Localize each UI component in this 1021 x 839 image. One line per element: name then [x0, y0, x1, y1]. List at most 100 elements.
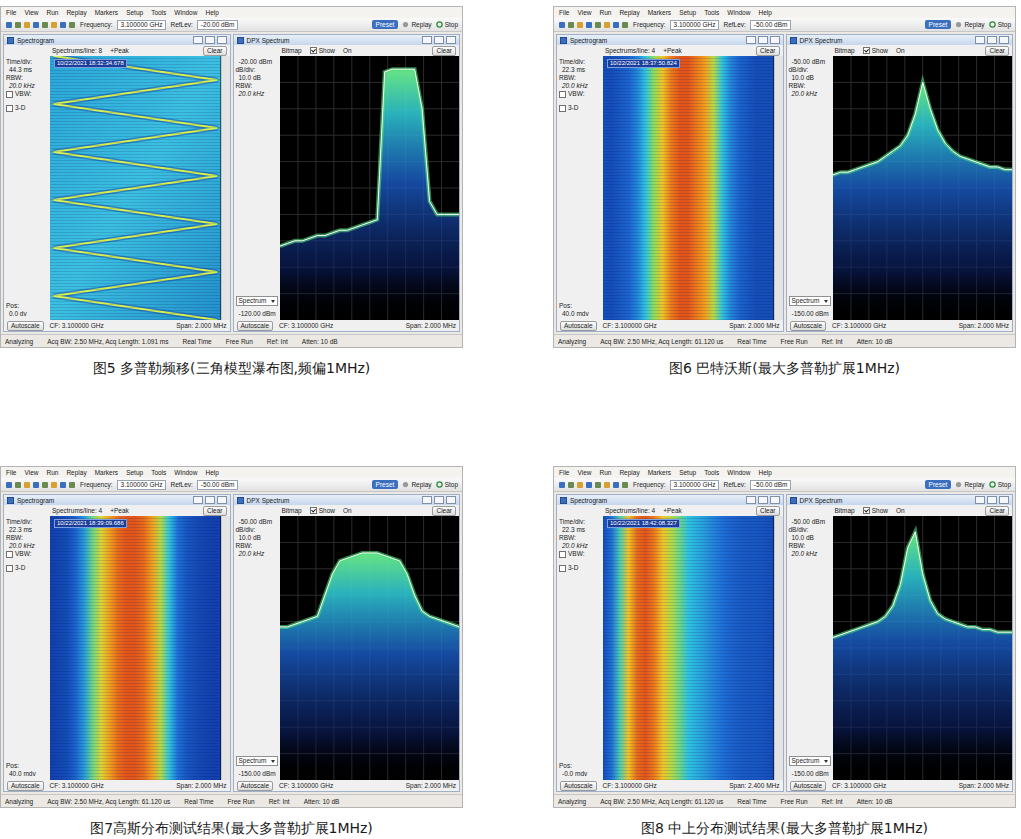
- clear-button[interactable]: Clear: [432, 46, 456, 56]
- ref-level[interactable]: -50.00 dBm: [789, 58, 831, 66]
- maximize-icon[interactable]: [758, 496, 768, 504]
- maximize-icon[interactable]: [987, 496, 997, 504]
- menu-item[interactable]: Tools: [704, 469, 719, 476]
- pos-value[interactable]: 40.0 mdv: [559, 310, 601, 318]
- clear-button[interactable]: Clear: [203, 506, 227, 516]
- center-frequency[interactable]: CF: 3.100000 GHz: [279, 322, 333, 329]
- tool-icon[interactable]: [621, 21, 629, 29]
- frequency-field[interactable]: 3.100000 GHz: [670, 20, 720, 30]
- close-icon[interactable]: [217, 36, 227, 44]
- tool-icon[interactable]: [41, 21, 49, 29]
- span[interactable]: Span: 2.000 MHz: [176, 322, 226, 329]
- menu-item[interactable]: File: [6, 9, 16, 16]
- close-icon[interactable]: [999, 496, 1009, 504]
- time-div-value[interactable]: 22.3 ms: [559, 66, 601, 74]
- center-frequency[interactable]: CF: 3.100000 GHz: [50, 782, 104, 789]
- center-frequency[interactable]: CF: 3.100000 GHz: [603, 782, 657, 789]
- center-frequency[interactable]: CF: 3.100000 GHz: [832, 782, 886, 789]
- detector[interactable]: +Peak: [110, 507, 129, 514]
- reflev-field[interactable]: -50.00 dBm: [197, 480, 239, 490]
- span[interactable]: Span: 2.000 MHz: [406, 782, 456, 789]
- db-div-value[interactable]: 10.0 dB: [236, 534, 278, 542]
- menu-item[interactable]: Tools: [151, 469, 166, 476]
- clear-button[interactable]: Clear: [985, 506, 1009, 516]
- tool-icon[interactable]: [621, 481, 629, 489]
- tool-icon[interactable]: [585, 481, 593, 489]
- stop-button[interactable]: Stop: [436, 481, 458, 488]
- tool-icon[interactable]: [567, 21, 575, 29]
- tool-icon[interactable]: [603, 481, 611, 489]
- 3d-checkbox[interactable]: 3-D: [6, 104, 48, 112]
- menu-item[interactable]: Replay: [619, 469, 639, 476]
- replay-button[interactable]: Replay: [955, 481, 984, 488]
- minimize-icon[interactable]: [975, 36, 985, 44]
- spectrums-per-line[interactable]: Spectrums/line: 4: [605, 507, 655, 514]
- span[interactable]: Span: 2.000 MHz: [176, 782, 226, 789]
- minimize-icon[interactable]: [193, 496, 203, 504]
- ref-level[interactable]: -50.00 dBm: [789, 518, 831, 526]
- rbw-value[interactable]: 20.0 kHz: [6, 542, 48, 550]
- tool-icon[interactable]: [594, 481, 602, 489]
- rbw-value[interactable]: 20.0 kHz: [236, 90, 278, 98]
- stop-button[interactable]: Stop: [989, 481, 1011, 488]
- spectrums-per-line[interactable]: Spectrums/line: 4: [52, 507, 102, 514]
- menu-item[interactable]: Setup: [679, 9, 696, 16]
- span[interactable]: Span: 2.000 MHz: [959, 782, 1009, 789]
- tool-icon[interactable]: [558, 21, 566, 29]
- vbw-checkbox[interactable]: VBW:: [559, 90, 601, 98]
- autoscale-button[interactable]: Autoscale: [560, 321, 597, 331]
- clear-button[interactable]: Clear: [203, 46, 227, 56]
- span[interactable]: Span: 2.000 MHz: [959, 322, 1009, 329]
- tool-icon[interactable]: [585, 21, 593, 29]
- time-div-value[interactable]: 22.3 ms: [6, 526, 48, 534]
- ref-level[interactable]: -50.00 dBm: [236, 518, 278, 526]
- tool-icon[interactable]: [14, 481, 22, 489]
- pos-value[interactable]: -0.0 mdv: [559, 770, 601, 778]
- tool-icon[interactable]: [68, 21, 76, 29]
- tool-icon[interactable]: [603, 21, 611, 29]
- center-frequency[interactable]: CF: 3.100000 GHz: [832, 322, 886, 329]
- menu-item[interactable]: Window: [174, 9, 197, 16]
- tool-icon[interactable]: [59, 481, 67, 489]
- tool-icon[interactable]: [5, 21, 13, 29]
- center-frequency[interactable]: CF: 3.100000 GHz: [279, 782, 333, 789]
- 3d-checkbox[interactable]: 3-D: [6, 564, 48, 572]
- clear-button[interactable]: Clear: [756, 506, 780, 516]
- maximize-icon[interactable]: [205, 36, 215, 44]
- stop-button[interactable]: Stop: [436, 21, 458, 28]
- preset-button[interactable]: Preset: [372, 480, 399, 489]
- bitmap-label[interactable]: Bitmap: [835, 47, 855, 54]
- span[interactable]: Span: 2.000 MHz: [729, 322, 779, 329]
- trace-select[interactable]: Spectrum: [236, 296, 278, 306]
- time-div-value[interactable]: 44.3 ms: [6, 66, 48, 74]
- menu-item[interactable]: Tools: [704, 9, 719, 16]
- minimize-icon[interactable]: [746, 496, 756, 504]
- close-icon[interactable]: [770, 36, 780, 44]
- detector[interactable]: +Peak: [663, 507, 682, 514]
- trace-select[interactable]: Spectrum: [789, 296, 831, 306]
- scrollbar[interactable]: [774, 516, 783, 780]
- span[interactable]: Span: 2.400 MHz: [729, 782, 779, 789]
- time-div-value[interactable]: 22.3 ms: [559, 526, 601, 534]
- frequency-field[interactable]: 3.100000 GHz: [117, 20, 167, 30]
- scrollbar[interactable]: [221, 56, 230, 320]
- menu-item[interactable]: Setup: [126, 9, 143, 16]
- tool-icon[interactable]: [576, 481, 584, 489]
- autoscale-button[interactable]: Autoscale: [560, 781, 597, 791]
- 3d-checkbox[interactable]: 3-D: [559, 104, 601, 112]
- menu-item[interactable]: File: [6, 469, 16, 476]
- detector[interactable]: +Peak: [110, 47, 129, 54]
- menu-item[interactable]: View: [577, 9, 591, 16]
- menu-item[interactable]: Markers: [648, 9, 671, 16]
- maximize-icon[interactable]: [434, 36, 444, 44]
- maximize-icon[interactable]: [987, 36, 997, 44]
- show-checkbox[interactable]: Show: [863, 507, 888, 514]
- maximize-icon[interactable]: [205, 496, 215, 504]
- rbw-value[interactable]: 20.0 kHz: [6, 82, 48, 90]
- menu-item[interactable]: Run: [46, 9, 58, 16]
- menu-item[interactable]: Run: [46, 469, 58, 476]
- db-div-value[interactable]: 10.0 dB: [789, 534, 831, 542]
- tool-icon[interactable]: [558, 481, 566, 489]
- db-div-value[interactable]: 10.0 dB: [236, 74, 278, 82]
- menu-item[interactable]: Help: [758, 9, 771, 16]
